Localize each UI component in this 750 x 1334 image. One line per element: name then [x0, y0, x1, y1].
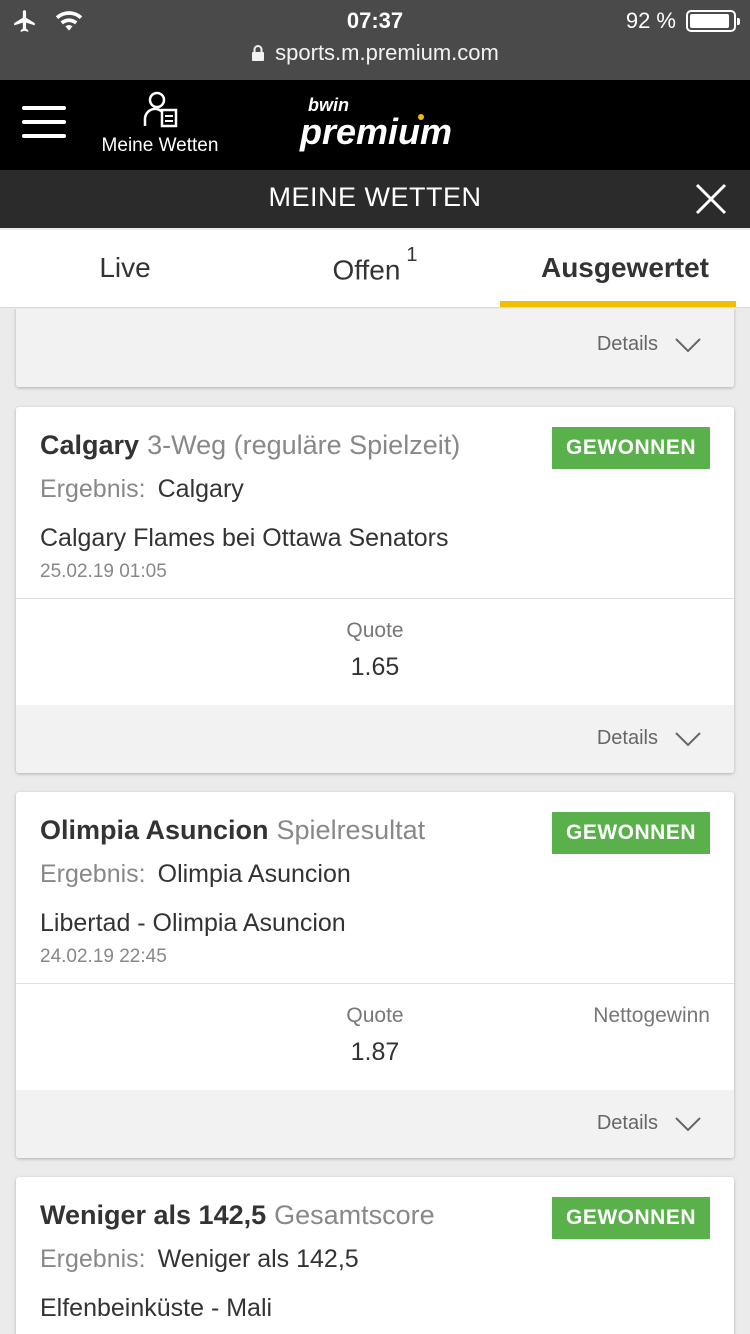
event-name: Calgary Flames bei Ottawa Senators: [40, 524, 449, 552]
bet-card: Calgary 3-Weg (reguläre Spielzeit) GEWONN…: [16, 407, 734, 773]
status-badge: GEWONNEN: [552, 1197, 710, 1239]
quote-row: Quote 1.65: [16, 599, 734, 705]
bet-selection: Calgary: [40, 430, 140, 460]
bet-result: Ergebnis: Calgary: [40, 475, 244, 503]
lock-icon: [252, 45, 265, 61]
quote-value: 1.65: [350, 653, 400, 681]
details-button[interactable]: Details: [597, 727, 702, 750]
tab-open-count: 1: [406, 244, 418, 266]
menu-icon-line: [22, 106, 66, 110]
tab-open[interactable]: Offen 1: [250, 230, 500, 307]
menu-icon-line: [22, 134, 66, 138]
status-right: 92 %: [625, 8, 740, 34]
logo-dot: [418, 114, 424, 120]
details-row: Details: [16, 1090, 734, 1158]
event-date: 25.02.19 01:05: [40, 561, 167, 582]
bet-result: Ergebnis: Weniger als 142,5: [40, 1245, 359, 1273]
section-header: MEINE WETTEN: [0, 170, 750, 228]
status-badge: GEWONNEN: [552, 812, 710, 854]
bet-info: Olimpia Asuncion Spielresultat GEWONNEN E…: [16, 792, 734, 984]
details-row: Details: [16, 309, 734, 387]
bet-card: Weniger als 142,5 Gesamtscore GEWONNEN Er…: [16, 1177, 734, 1334]
tab-bar: Live Offen 1 Ausgewertet: [0, 230, 750, 308]
quote-row: Quote 1.87 Nettogewinn: [16, 984, 734, 1090]
tab-live[interactable]: Live: [0, 230, 250, 307]
status-bar: 07:37 92 % sports.m.premium.com: [0, 0, 750, 80]
bet-market: Gesamtscore: [274, 1200, 435, 1230]
close-icon[interactable]: [694, 182, 728, 216]
battery-icon: [686, 10, 740, 32]
chevron-down-icon: [675, 1116, 701, 1131]
status-badge: GEWONNEN: [552, 427, 710, 469]
brand-logo[interactable]: bwin premium: [300, 96, 460, 150]
url-text: sports.m.premium.com: [275, 40, 499, 65]
battery-percent: 92 %: [625, 8, 676, 33]
chevron-down-icon: [675, 337, 701, 352]
logo-large-text: premium: [300, 111, 453, 152]
details-button[interactable]: Details: [597, 1112, 702, 1135]
bets-list: Details Calgary 3-Weg (reguläre Spielzeit…: [0, 309, 750, 1334]
bet-card: Olimpia Asuncion Spielresultat GEWONNEN E…: [16, 792, 734, 1158]
bet-selection: Weniger als 142,5: [40, 1200, 267, 1230]
bet-card: Details: [16, 309, 734, 387]
event-name: Elfenbeinküste - Mali: [40, 1294, 273, 1322]
details-row: Details: [16, 705, 734, 773]
menu-icon-line: [22, 120, 66, 124]
user-ticket-icon: [143, 91, 178, 128]
url-bar[interactable]: sports.m.premium.com: [0, 40, 750, 66]
quote-value: 1.87: [350, 1038, 400, 1066]
app-header: Meine Wetten bwin premium: [0, 80, 750, 170]
chevron-down-icon: [675, 731, 701, 746]
page-title: MEINE WETTEN: [268, 182, 482, 212]
bet-info: Calgary 3-Weg (reguläre Spielzeit) GEWONN…: [16, 407, 734, 599]
bet-info: Weniger als 142,5 Gesamtscore GEWONNEN Er…: [16, 1177, 734, 1334]
bet-result: Ergebnis: Olimpia Asuncion: [40, 860, 351, 888]
quote-label: Quote: [346, 619, 404, 642]
net-win-label: Nettogewinn: [593, 1004, 710, 1027]
my-bets-label: Meine Wetten: [101, 135, 219, 156]
bet-selection: Olimpia Asuncion: [40, 815, 269, 845]
menu-button[interactable]: [22, 106, 66, 138]
event-name: Libertad - Olimpia Asuncion: [40, 909, 346, 937]
bet-market: Spielresultat: [276, 815, 426, 845]
battery-level: [690, 14, 729, 28]
event-date: 24.02.19 22:45: [40, 946, 167, 967]
my-bets-button[interactable]: Meine Wetten: [100, 90, 220, 157]
details-button[interactable]: Details: [597, 333, 702, 356]
bet-market: 3-Weg (reguläre Spielzeit): [147, 430, 461, 460]
tab-settled[interactable]: Ausgewertet: [500, 230, 750, 307]
